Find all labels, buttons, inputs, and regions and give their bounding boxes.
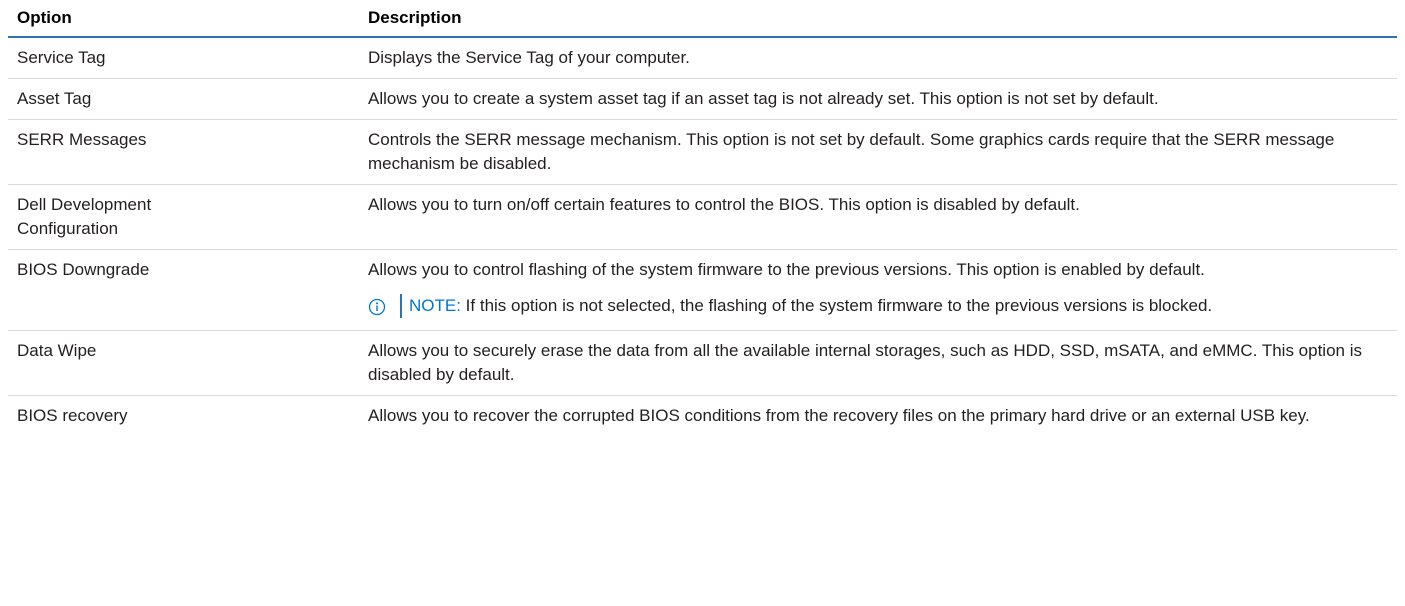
table-row: Dell Development Configuration Allows yo… [8, 185, 1397, 250]
description-text: Allows you to securely erase the data fr… [368, 341, 1362, 384]
option-description: Allows you to turn on/off certain featur… [368, 185, 1397, 249]
option-name: Dell Development Configuration [17, 195, 152, 238]
note-text: If this option is not selected, the flas… [460, 296, 1213, 315]
option-description: Allows you to recover the corrupted BIOS… [368, 396, 1397, 436]
description-text: Allows you to create a system asset tag … [368, 89, 1159, 108]
table-row: Asset Tag Allows you to create a system … [8, 79, 1397, 120]
description-text: Controls the SERR message mechanism. Thi… [368, 130, 1335, 173]
table-row: BIOS Downgrade Allows you to control fla… [8, 250, 1397, 331]
note-callout: NOTE: If this option is not selected, th… [368, 294, 1389, 318]
bios-options-table: Option Description Service Tag Displays … [8, 0, 1397, 436]
info-circle-icon [368, 298, 386, 316]
option-name: Data Wipe [17, 341, 97, 360]
description-text: Allows you to turn on/off certain featur… [368, 195, 1080, 214]
option-description: Allows you to control flashing of the sy… [368, 250, 1397, 330]
option-name: Asset Tag [17, 89, 92, 108]
description-text: Allows you to control flashing of the sy… [368, 260, 1205, 279]
note-body: NOTE: If this option is not selected, th… [400, 294, 1212, 318]
option-description: Displays the Service Tag of your compute… [368, 38, 1397, 78]
description-text: Displays the Service Tag of your compute… [368, 48, 690, 67]
header-description: Description [368, 8, 462, 27]
note-label: NOTE: [409, 296, 461, 315]
option-name: Service Tag [17, 48, 106, 67]
table-row: SERR Messages Controls the SERR message … [8, 120, 1397, 185]
option-description: Allows you to securely erase the data fr… [368, 331, 1397, 395]
option-name: BIOS recovery [17, 406, 128, 425]
description-text: Allows you to recover the corrupted BIOS… [368, 406, 1310, 425]
option-description: Allows you to create a system asset tag … [368, 79, 1397, 119]
table-row: Data Wipe Allows you to securely erase t… [8, 331, 1397, 396]
table-row: Service Tag Displays the Service Tag of … [8, 38, 1397, 79]
header-option: Option [17, 8, 72, 27]
option-description: Controls the SERR message mechanism. Thi… [368, 120, 1397, 184]
option-name: BIOS Downgrade [17, 260, 150, 279]
table-header: Option Description [8, 0, 1397, 38]
option-name: SERR Messages [17, 130, 147, 149]
table-row: BIOS recovery Allows you to recover the … [8, 396, 1397, 436]
